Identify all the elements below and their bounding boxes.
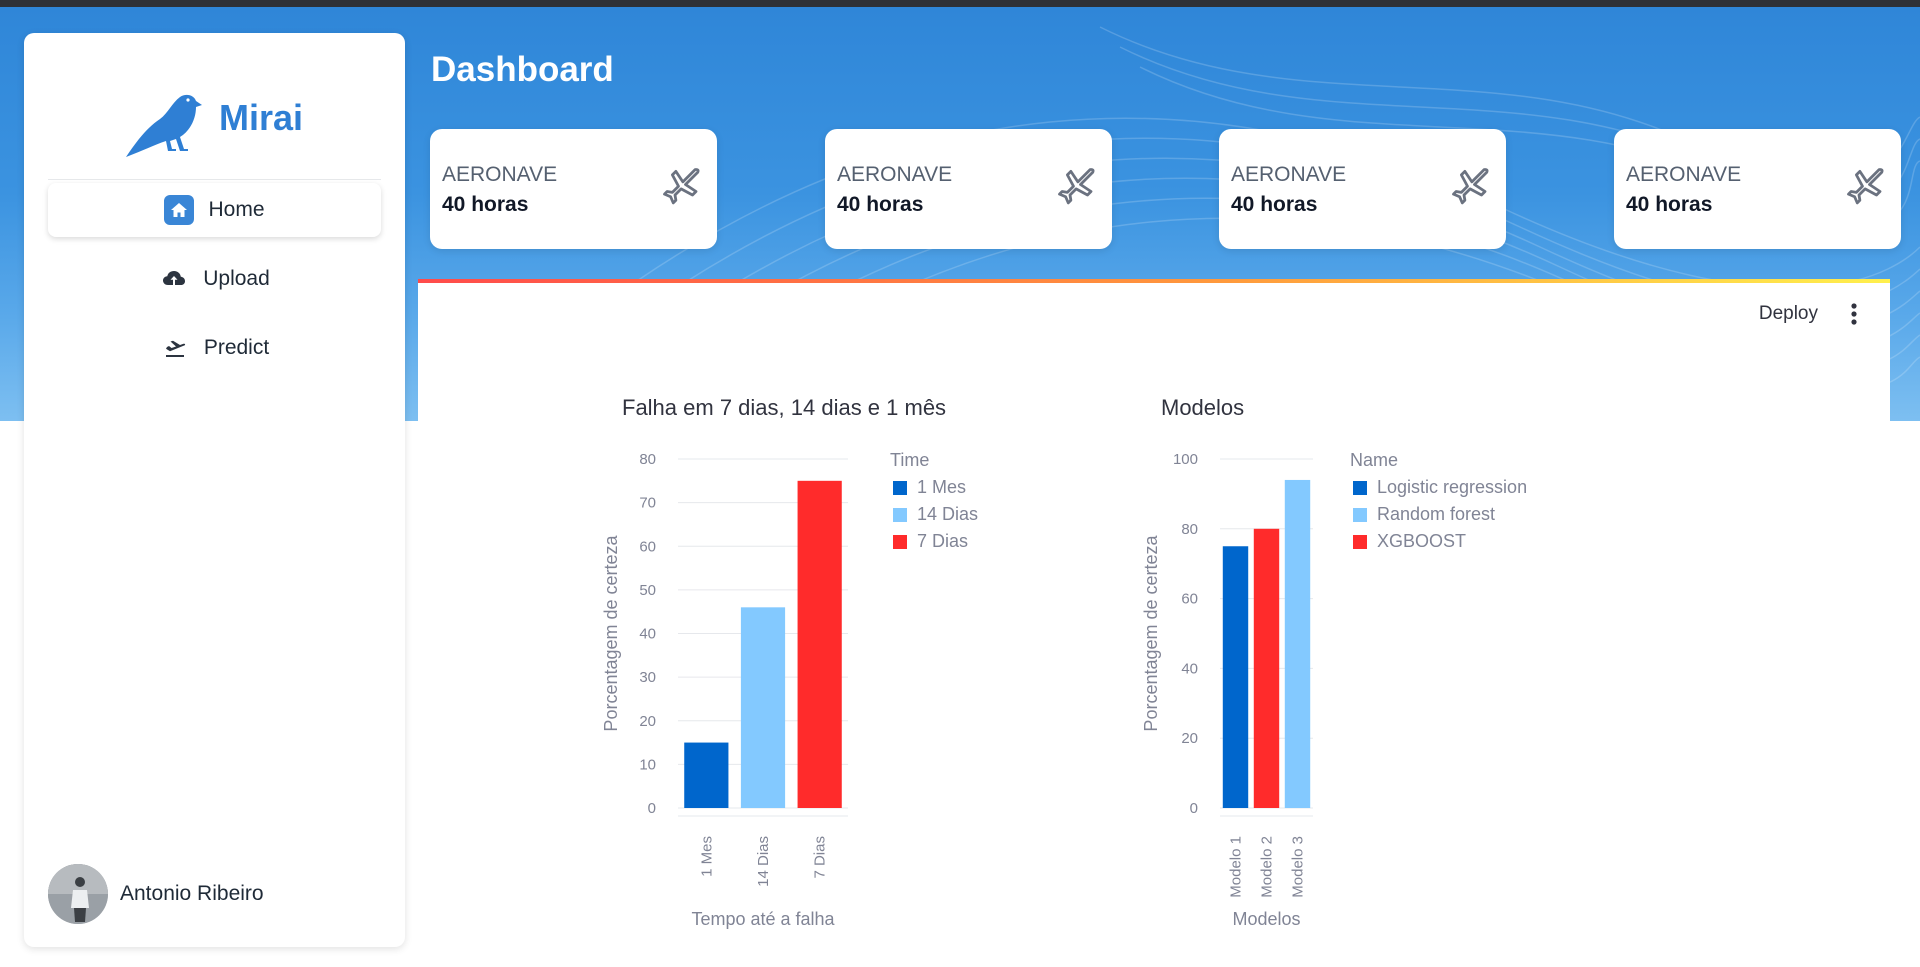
- bar: [1222, 546, 1249, 808]
- sidebar-item-label: Home: [208, 198, 265, 221]
- metric-card: AERONAVE 40 horas: [1219, 129, 1506, 249]
- airplane-icon: [1058, 168, 1095, 205]
- legend-title: Name: [1350, 450, 1398, 470]
- card-value: 40 horas: [442, 193, 529, 216]
- y-tick-label: 20: [639, 713, 656, 730]
- x-tick-label: Modelo 3: [1290, 836, 1307, 898]
- card-label: AERONAVE: [837, 163, 953, 186]
- divider: [48, 179, 381, 180]
- y-tick-label: 40: [639, 626, 656, 643]
- legend-entry: XGBOOST: [1377, 531, 1466, 551]
- x-tick-label: Modelo 2: [1259, 836, 1276, 898]
- legend-swatch: [1353, 535, 1367, 549]
- legend-swatch: [893, 508, 907, 522]
- home-icon: [164, 195, 195, 225]
- y-tick-label: 50: [639, 582, 656, 599]
- sidebar-item-label: Upload: [203, 267, 270, 290]
- brand-name: Mirai: [219, 97, 304, 138]
- page-title: Dashboard: [431, 50, 614, 89]
- card-value: 40 horas: [1231, 193, 1318, 216]
- window-top-bar: [0, 0, 1920, 7]
- metric-card: AERONAVE 40 horas: [825, 129, 1112, 249]
- card-label: AERONAVE: [1231, 163, 1347, 186]
- y-tick-label: 30: [639, 669, 656, 686]
- x-tick-label: 14 Dias: [755, 836, 772, 887]
- y-tick-label: 0: [1190, 800, 1198, 817]
- x-axis-label: Tempo até a falha: [691, 909, 835, 929]
- airplane-icon: [663, 168, 700, 205]
- main-content: Deploy Falha em 7 dias, 14 dias e 1 mês …: [418, 283, 1890, 967]
- y-tick-label: 70: [639, 495, 656, 512]
- y-tick-label: 60: [639, 538, 656, 555]
- legend-entry: Logistic regression: [1377, 477, 1527, 497]
- x-axis-label: Modelos: [1232, 909, 1300, 929]
- y-tick-label: 10: [639, 756, 656, 773]
- y-tick-label: 80: [639, 451, 656, 468]
- brand: Mirai: [24, 57, 405, 180]
- bar: [740, 607, 786, 808]
- legend-entry: 7 Dias: [917, 531, 968, 551]
- y-axis-label: Porcentagem de certeza: [601, 534, 621, 731]
- sidebar-item-predict[interactable]: Predict: [48, 321, 381, 375]
- more-vert-icon[interactable]: [1844, 301, 1864, 327]
- sidebar-item-upload[interactable]: Upload: [48, 252, 381, 306]
- y-tick-label: 60: [1181, 591, 1198, 608]
- y-tick-label: 80: [1181, 521, 1198, 538]
- x-tick-label: 7 Dias: [812, 836, 829, 879]
- bar: [797, 480, 842, 808]
- y-tick-label: 20: [1181, 730, 1198, 747]
- y-tick-label: 40: [1181, 660, 1198, 677]
- airplane-icon: [1847, 168, 1884, 205]
- y-axis-label: Porcentagem de certeza: [1141, 534, 1161, 731]
- failure-bar-chart: 0 10 20 30 40 50 60 70 80 1 Mes 14 Dias 7 Dias Porce…: [601, 450, 978, 929]
- card-label: AERONAVE: [1626, 163, 1742, 186]
- sidebar-item-label: Predict: [203, 336, 270, 359]
- sidebar: Mirai Home Upload Predict Antonio Ribeir…: [24, 33, 405, 947]
- card-value: 40 horas: [1626, 193, 1713, 216]
- card-label: AERONAVE: [442, 163, 558, 186]
- legend-title: Time: [890, 450, 929, 470]
- chart-title: Modelos: [1161, 395, 1245, 420]
- metric-card: AERONAVE 40 horas: [1614, 129, 1901, 249]
- legend-swatch: [893, 481, 907, 495]
- bird-logo-icon: [126, 94, 202, 157]
- bar: [684, 742, 729, 808]
- metric-card: AERONAVE 40 horas: [430, 129, 717, 249]
- airplane-icon: [1452, 168, 1489, 205]
- y-tick-label: 0: [648, 800, 656, 817]
- legend-entry: Random forest: [1377, 504, 1495, 524]
- cloud-upload-icon: [159, 264, 189, 294]
- legend-swatch: [893, 535, 907, 549]
- card-value: 40 horas: [837, 193, 924, 216]
- sidebar-item-home[interactable]: Home: [48, 183, 381, 237]
- legend-entry: 1 Mes: [917, 477, 966, 497]
- user-name: Antonio Ribeiro: [120, 882, 264, 905]
- flight-takeoff-icon: [160, 333, 190, 363]
- x-tick-label: 1 Mes: [698, 836, 715, 877]
- bar: [1284, 479, 1311, 808]
- bar: [1253, 528, 1280, 808]
- legend-swatch: [1353, 481, 1367, 495]
- user-profile[interactable]: Antonio Ribeiro: [48, 864, 264, 924]
- y-tick-label: 100: [1173, 451, 1198, 468]
- legend-entry: 14 Dias: [917, 504, 978, 524]
- legend-swatch: [1353, 508, 1367, 522]
- chart-title: Falha em 7 dias, 14 dias e 1 mês: [622, 395, 947, 420]
- deploy-button[interactable]: Deploy: [1759, 303, 1818, 325]
- avatar: [48, 864, 108, 924]
- models-bar-chart: 0 20 40 60 80 100 Modelo 1 Modelo 2 Modelo 3 Porc…: [1141, 450, 1527, 929]
- x-tick-label: Modelo 1: [1228, 836, 1245, 898]
